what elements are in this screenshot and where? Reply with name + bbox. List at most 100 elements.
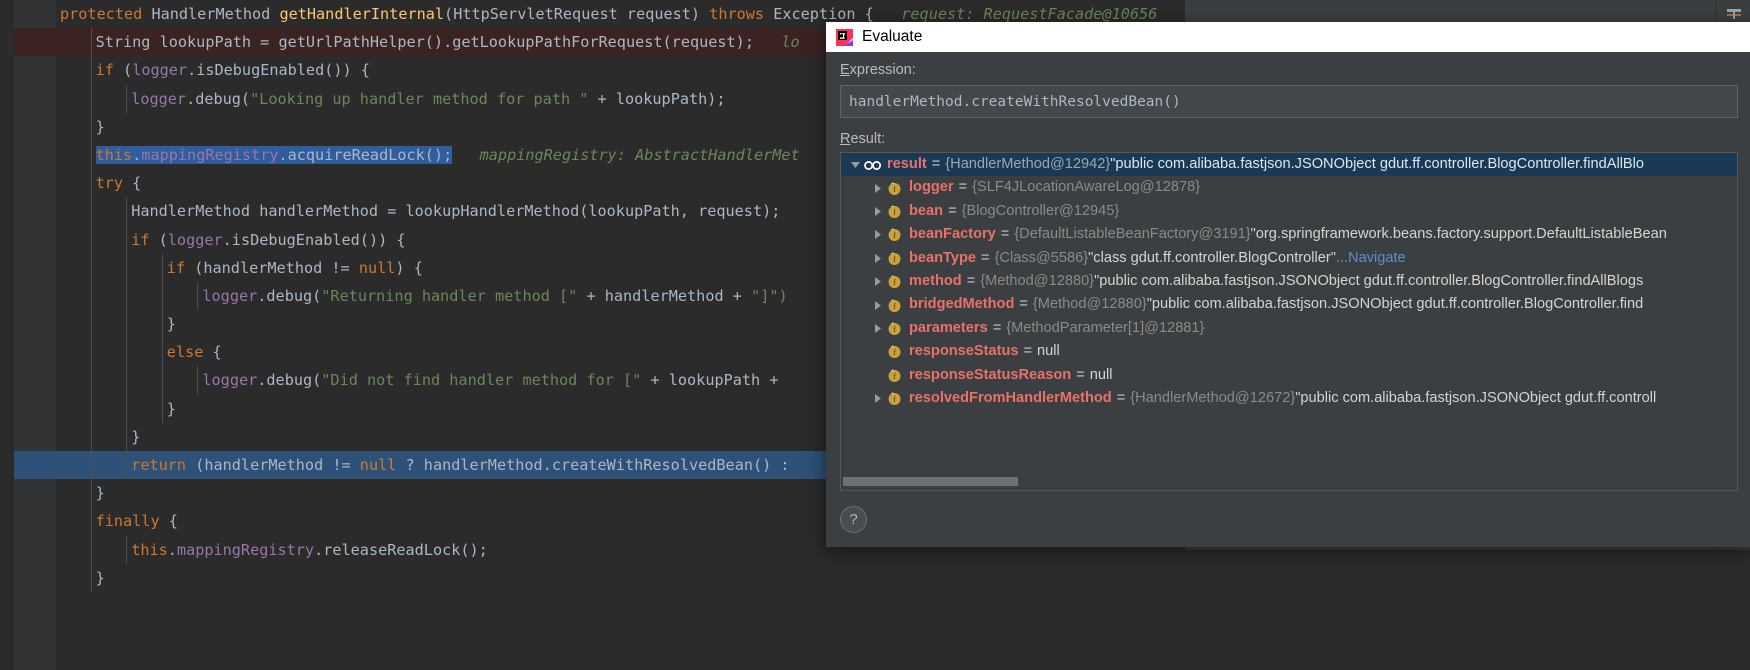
tree-node-ref: {Method@12880} <box>980 272 1095 289</box>
help-button[interactable]: ? <box>840 505 867 533</box>
navigate-link[interactable]: Navigate <box>1348 247 1406 270</box>
chevron-down-icon[interactable] <box>847 159 863 170</box>
inlay-hint: mappingRegistry: AbstractHandlerMet <box>452 145 800 164</box>
tree-node-equals: = <box>981 249 990 266</box>
tree-row[interactable]: f responseStatus = null <box>841 340 1737 363</box>
chevron-right-icon[interactable] <box>869 206 885 217</box>
tree-node-equals: = <box>1023 343 1033 360</box>
field-icon: f <box>885 344 904 359</box>
evaluate-dialog[interactable]: Evaluate Expression: handlerMethod.creat… <box>826 22 1750 547</box>
code-token: logger <box>202 371 258 390</box>
chevron-right-icon[interactable] <box>869 229 885 240</box>
result-tree[interactable]: result = {HandlerMethod@12942} "public com… <box>840 152 1738 491</box>
indent-guide <box>161 338 163 367</box>
tree-hscrollbar-thumb[interactable] <box>843 477 1018 486</box>
code-token: } <box>166 399 176 418</box>
dialog-title: Evaluate <box>862 28 923 45</box>
code-token: .debug( <box>257 371 322 390</box>
tree-row[interactable]: f logger = {SLF4JLocationAwareLog@12878} <box>841 176 1737 199</box>
indent-guide <box>90 422 92 451</box>
tree-node-name: bridgedMethod <box>909 296 1015 313</box>
code-line[interactable]: } <box>56 563 1185 592</box>
code-token: return <box>131 456 196 474</box>
chevron-right-icon[interactable] <box>869 276 885 287</box>
expression-input[interactable]: handlerMethod.createWithResolvedBean() <box>840 85 1738 118</box>
tree-row[interactable]: f beanFactory = {DefaultListableBeanFactory… <box>841 223 1737 246</box>
tree-node-equals: = <box>948 202 957 219</box>
tree-node-name: logger <box>909 179 954 196</box>
code-token: { <box>212 343 222 362</box>
code-token: logger <box>202 286 258 305</box>
svg-text:f: f <box>893 302 896 311</box>
tree-hscrollbar-track[interactable] <box>841 477 1737 488</box>
code-line-text: else { <box>60 343 222 361</box>
code-token: getHandlerInternal <box>279 5 445 23</box>
code-line-text: protected HandlerMethod getHandlerIntern… <box>60 5 1157 23</box>
code-token: .acquireReadLock(); <box>278 145 453 164</box>
result-label: Result: <box>840 131 886 147</box>
code-line-text: String lookupPath = getUrlPathHelper().g… <box>60 33 800 51</box>
code-token: logger <box>132 61 188 80</box>
field-icon: f <box>885 274 904 289</box>
code-line-text: logger.debug("Looking up handler method … <box>60 89 725 108</box>
tree-row[interactable]: f bridgedMethod = {Method@12880} "public co… <box>841 293 1737 316</box>
code-token: "Looking up handler method for path " <box>250 89 589 108</box>
svg-text:f: f <box>893 372 896 381</box>
code-tokens: protected HandlerMethod getHandlerIntern… <box>60 5 1157 23</box>
tree-node-ref: {DefaultListableBeanFactory@3191} <box>1014 226 1251 243</box>
svg-text:f: f <box>893 278 896 287</box>
indent-guide <box>90 253 92 282</box>
code-tokens: } <box>96 569 105 587</box>
code-token: + lookupPath + <box>641 371 788 390</box>
indent-guide <box>90 197 92 226</box>
tree-node-name: result <box>887 156 927 172</box>
chevron-right-icon[interactable] <box>869 323 885 334</box>
code-token: { <box>132 174 142 193</box>
tree-node-name: bean <box>909 202 944 219</box>
tree-node-name: beanFactory <box>909 226 996 243</box>
code-token: } <box>95 568 105 587</box>
tree-row[interactable]: f bean = {BlogController@12945} <box>841 200 1737 223</box>
code-line-text: logger.debug("Did not find handler metho… <box>60 371 788 389</box>
chevron-right-icon[interactable] <box>869 393 885 404</box>
code-line-text: } <box>60 118 105 136</box>
tree-node-name: parameters <box>909 319 988 336</box>
tree-row[interactable]: f parameters = {MethodParameter[1]@12881} <box>841 317 1737 340</box>
chevron-right-icon[interactable] <box>869 183 885 194</box>
tree-row[interactable]: f beanType = {Class@5586} "class gdut.ff.co… <box>841 247 1737 270</box>
result-tree-rows[interactable]: result = {HandlerMethod@12942} "public com… <box>841 153 1737 410</box>
chevron-right-icon[interactable] <box>869 253 885 264</box>
tree-row[interactable]: f responseStatusReason = null <box>841 364 1737 387</box>
code-token: this <box>131 540 168 559</box>
code-tokens: finally { <box>96 512 178 530</box>
tree-node-ref: {BlogController@12945} <box>961 202 1120 219</box>
tree-node-equals: = <box>992 319 1002 336</box>
field-icon: f <box>885 204 904 219</box>
tree-node-equals: = <box>958 179 968 196</box>
code-token: (handlerMethod != <box>194 258 359 277</box>
tree-row[interactable]: f method = {Method@12880} "public com.aliba… <box>841 270 1737 293</box>
code-tokens: HandlerMethod handlerMethod = lookupHand… <box>131 202 780 220</box>
tree-row[interactable]: result = {HandlerMethod@12942} "public com… <box>841 153 1737 177</box>
code-line-text: return (handlerMethod != null ? handlerM… <box>60 456 789 474</box>
code-line-text: HandlerMethod handlerMethod = lookupHand… <box>60 202 780 220</box>
indent-guide <box>90 394 92 423</box>
chevron-right-icon[interactable] <box>869 300 885 311</box>
tree-node-value: "public com.alibaba.fastjson.JSONObject … <box>1146 296 1644 313</box>
tree-row[interactable]: f resolvedFromHandlerMethod = {HandlerMetho… <box>841 387 1737 410</box>
indent-guide <box>90 281 92 311</box>
code-token: ( <box>158 230 168 249</box>
dialog-titlebar[interactable]: Evaluate <box>826 22 1750 52</box>
field-icon: f <box>885 391 904 406</box>
code-line-text: this.mappingRegistry.acquireReadLock(); … <box>60 145 800 164</box>
dialog-footer: ? <box>826 491 1750 547</box>
code-token: } <box>95 484 105 503</box>
tree-node-equals: = <box>931 156 941 172</box>
code-token: try <box>95 174 133 193</box>
svg-text:f: f <box>893 185 896 194</box>
code-token: .isDebugEnabled()) { <box>222 230 406 249</box>
code-tokens: if (logger.isDebugEnabled()) { <box>131 231 405 249</box>
code-line-text: if (logger.isDebugEnabled()) { <box>60 61 370 79</box>
code-line-text: finally { <box>60 512 178 530</box>
code-token: if <box>131 230 159 249</box>
